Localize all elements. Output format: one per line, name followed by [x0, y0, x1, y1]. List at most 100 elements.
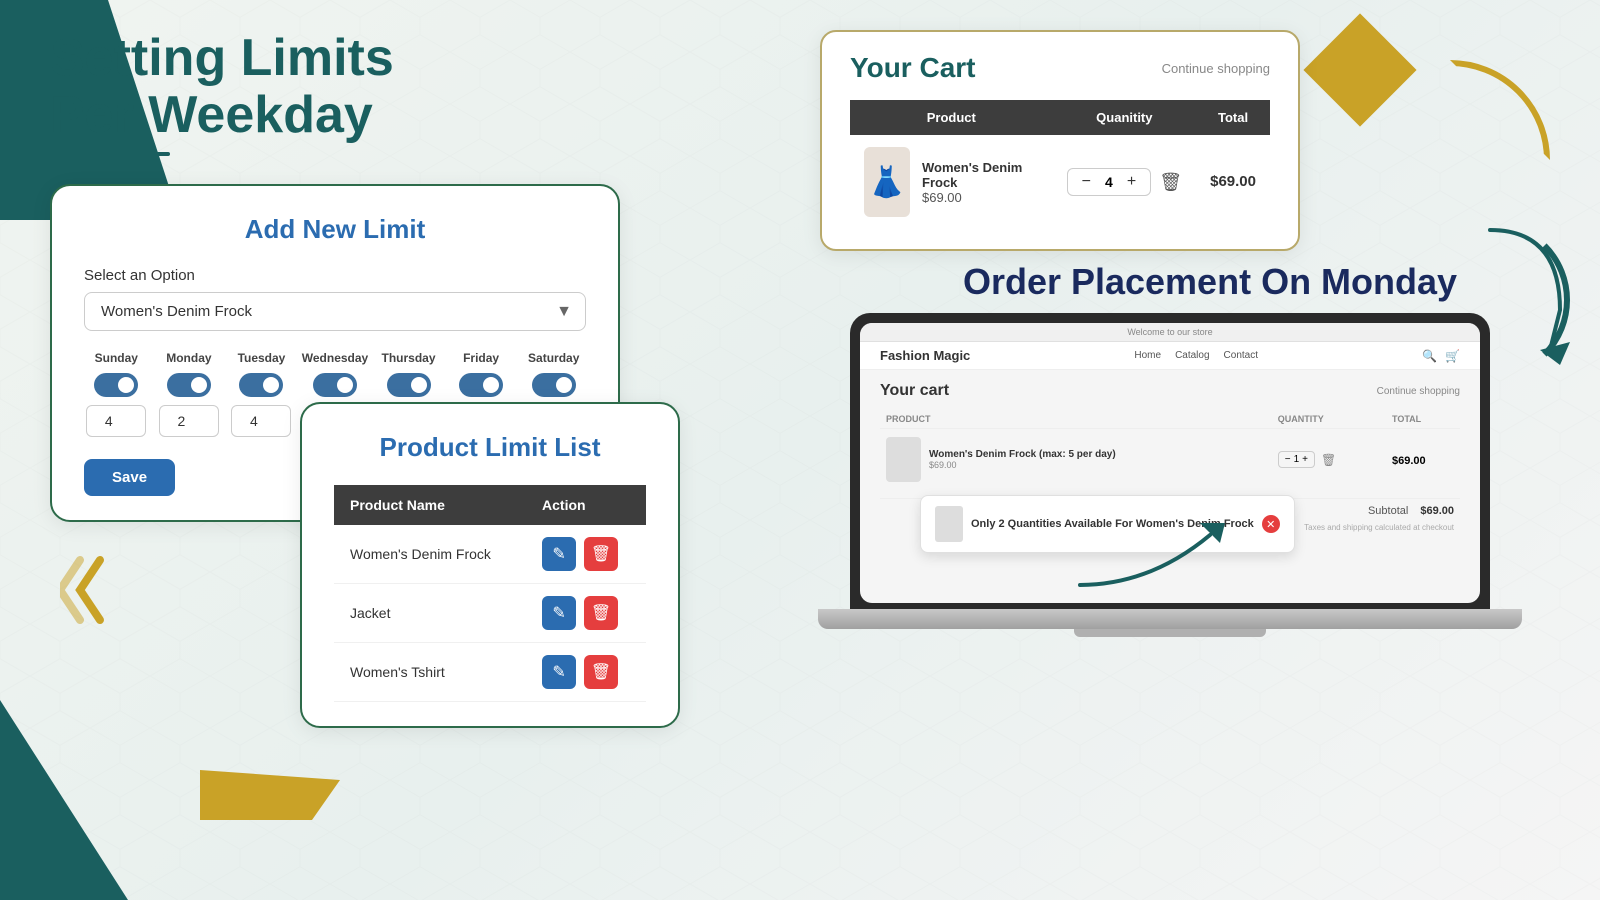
toggle-tuesday[interactable] [239, 373, 283, 397]
day-label-tuesday: Tuesday [238, 351, 286, 365]
store-qty-plus[interactable]: + [1302, 454, 1308, 465]
store-subtotal-label: Subtotal [1368, 505, 1408, 517]
table-row: Women's Tshirt ✎ 🗑 [334, 643, 646, 702]
action-buttons: ✎ 🗑 [542, 655, 630, 689]
store-nav-links: Home Catalog Contact [1134, 350, 1258, 361]
day-sunday: Sunday [84, 351, 149, 437]
store-qty-control: − 1 + [1278, 451, 1315, 468]
product-limit-list-card: Product Limit List Product Name Action W… [300, 402, 680, 728]
qty-increase-button[interactable]: + [1123, 173, 1140, 191]
store-topbar: Welcome to our store [860, 323, 1480, 342]
delete-button-2[interactable]: 🗑 [584, 596, 618, 630]
action-buttons: ✎ 🗑 [542, 596, 630, 630]
day-label-wednesday: Wednesday [302, 351, 368, 365]
add-limit-title: Add New Limit [84, 214, 586, 245]
store-col-quantity: QUANTITY [1272, 410, 1386, 429]
curved-arrow-down [1470, 210, 1590, 375]
cart-table: Product Quanitity Total 👗 Women's Denim … [850, 100, 1270, 229]
qty-decrease-button[interactable]: − [1078, 173, 1095, 191]
cart-col-quantity: Quanitity [1053, 100, 1197, 135]
order-placement-title: Order Placement On Monday [963, 261, 1457, 303]
curved-arrow-to-laptop [1070, 505, 1230, 630]
product-select-wrapper: Women's Denim Frock Jacket Women's Tshir… [84, 292, 586, 331]
store-trash-icon[interactable]: 🗑 [1321, 453, 1336, 467]
toggle-monday[interactable] [167, 373, 211, 397]
store-col-product: PRODUCT [880, 410, 1272, 429]
product-info: 👗 Women's Denim Frock $69.00 [864, 147, 1039, 217]
edit-button-1[interactable]: ✎ [542, 537, 576, 571]
product-name: Women's Denim Frock [922, 160, 1039, 190]
toggle-wednesday[interactable] [313, 373, 357, 397]
store-header-icons: 🔍 🛒 [1422, 349, 1460, 363]
nav-catalog[interactable]: Catalog [1175, 350, 1209, 361]
edit-button-2[interactable]: ✎ [542, 596, 576, 630]
edit-button-3[interactable]: ✎ [542, 655, 576, 689]
day-monday: Monday [157, 351, 222, 437]
cart-item-total: $69.00 [1210, 173, 1256, 190]
laptop-stand [1074, 629, 1266, 637]
product-price: $69.00 [922, 190, 1039, 205]
store-cart-table: PRODUCT QUANTITY TOTAL [880, 410, 1460, 490]
day-label-friday: Friday [463, 351, 499, 365]
action-buttons: ✎ 🗑 [542, 537, 630, 571]
toggle-saturday[interactable] [532, 373, 576, 397]
day-label-saturday: Saturday [528, 351, 579, 365]
store-brand: Fashion Magic [880, 348, 970, 363]
delete-button-3[interactable]: 🗑 [584, 655, 618, 689]
store-continue-link[interactable]: Continue shopping [1377, 386, 1460, 397]
right-column: Your Cart Continue shopping Product Quan… [780, 30, 1560, 870]
col-product-name: Product Name [334, 485, 526, 525]
cart-icon[interactable]: 🛒 [1445, 349, 1460, 363]
trash-icon[interactable]: 🗑 [1159, 172, 1182, 193]
store-subtotal-value: $69.00 [1420, 505, 1454, 517]
nav-contact[interactable]: Contact [1224, 350, 1258, 361]
day-label-sunday: Sunday [95, 351, 138, 365]
store-product-image [886, 437, 921, 482]
store-product-details: Women's Denim Frock (max: 5 per day) $69… [929, 449, 1116, 470]
quantity-control: − 4 + [1067, 168, 1152, 196]
table-row: Women's Denim Frock ✎ 🗑 [334, 525, 646, 584]
cart-title: Your Cart [850, 52, 976, 84]
cart-header: Your Cart Continue shopping [850, 52, 1270, 84]
product-select[interactable]: Women's Denim Frock Jacket Women's Tshir… [84, 292, 586, 331]
cart-col-total: Total [1196, 100, 1270, 135]
day-label-thursday: Thursday [382, 351, 436, 365]
qty-value: 4 [1099, 174, 1119, 190]
search-icon[interactable]: 🔍 [1422, 349, 1437, 363]
delete-button-1[interactable]: 🗑 [584, 537, 618, 571]
product-name-cell: Women's Tshirt [334, 643, 526, 702]
day-tuesday: Tuesday [229, 351, 294, 437]
select-label: Select an Option [84, 267, 586, 284]
your-cart-card: Your Cart Continue shopping Product Quan… [820, 30, 1300, 251]
input-sunday[interactable] [86, 405, 146, 437]
title-underline [50, 152, 170, 156]
input-tuesday[interactable] [231, 405, 291, 437]
product-image: 👗 [864, 147, 910, 217]
store-qty-cell: − 1 + 🗑 [1278, 451, 1380, 468]
continue-shopping-link[interactable]: Continue shopping [1162, 61, 1270, 76]
input-monday[interactable] [159, 405, 219, 437]
nav-home[interactable]: Home [1134, 350, 1161, 361]
toggle-sunday[interactable] [94, 373, 138, 397]
day-label-monday: Monday [166, 351, 211, 365]
col-action: Action [526, 485, 646, 525]
store-qty-value: 1 [1294, 454, 1300, 465]
store-product-price: $69.00 [929, 460, 1116, 470]
store-qty-minus[interactable]: − [1285, 454, 1291, 465]
tooltip-product-image [935, 506, 963, 542]
save-button[interactable]: Save [84, 459, 175, 496]
product-name-cell: Jacket [334, 584, 526, 643]
tooltip-close-button[interactable]: ✕ [1262, 515, 1280, 533]
cart-col-product: Product [850, 100, 1053, 135]
store-cart-heading: Your cart [880, 382, 949, 400]
store-item-total: $69.00 [1392, 455, 1426, 467]
toggle-thursday[interactable] [387, 373, 431, 397]
store-cart-row: Women's Denim Frock (max: 5 per day) $69… [880, 429, 1460, 491]
toggle-friday[interactable] [459, 373, 503, 397]
product-name-cell: Women's Denim Frock [334, 525, 526, 584]
store-product-name: Women's Denim Frock (max: 5 per day) [929, 449, 1116, 460]
store-navbar: Fashion Magic Home Catalog Contact 🔍 🛒 [860, 342, 1480, 370]
product-limit-list-title: Product Limit List [334, 432, 646, 463]
table-row: Jacket ✎ 🗑 [334, 584, 646, 643]
store-product-cell: Women's Denim Frock (max: 5 per day) $69… [886, 437, 1266, 482]
